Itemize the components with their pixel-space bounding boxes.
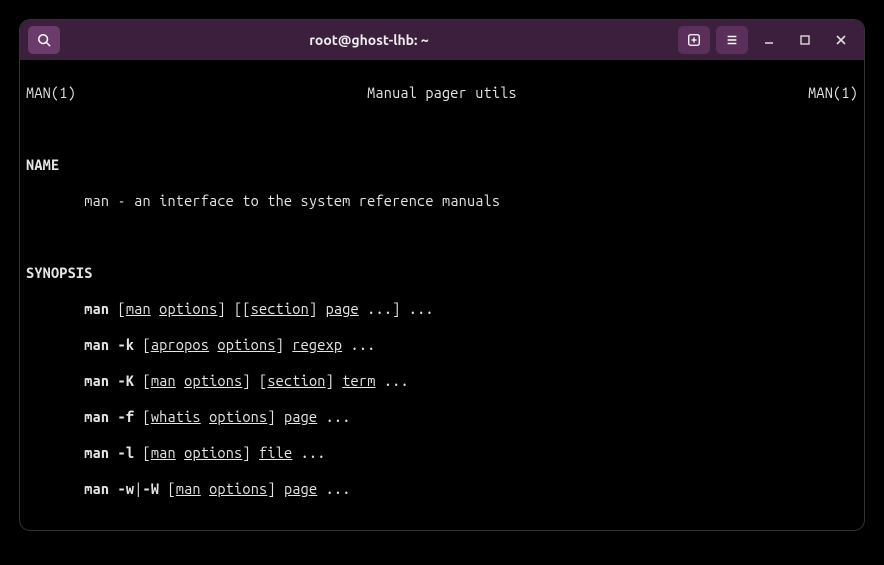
synopsis-line-2: man -k [apropos options] regexp ... [26, 336, 858, 354]
close-icon [835, 34, 847, 46]
close-button[interactable] [826, 26, 856, 54]
name-heading: NAME [26, 156, 858, 174]
synopsis-line-3: man -K [man options] [section] term ... [26, 372, 858, 390]
new-tab-button[interactable] [678, 26, 710, 54]
terminal-window: root@ghost-lhb: ~ MAN(1)Manual pager uti… [20, 20, 864, 530]
synopsis-heading: SYNOPSIS [26, 264, 858, 282]
man-header: MAN(1)Manual pager utilsMAN(1) [26, 84, 858, 102]
header-center: Manual pager utils [76, 84, 808, 102]
menu-button[interactable] [716, 26, 748, 54]
titlebar: root@ghost-lhb: ~ [20, 20, 864, 60]
blank-line [26, 228, 858, 246]
header-left: MAN(1) [26, 84, 76, 102]
terminal-content[interactable]: MAN(1)Manual pager utilsMAN(1) NAME man … [20, 60, 864, 530]
maximize-button[interactable] [790, 26, 820, 54]
blank-line [26, 120, 858, 138]
minimize-icon [763, 34, 775, 46]
header-right: MAN(1) [808, 84, 858, 102]
search-button[interactable] [28, 26, 60, 54]
synopsis-line-1: man [man options] [[section] page ...] .… [26, 300, 858, 318]
blank-line [26, 516, 858, 530]
maximize-icon [799, 34, 811, 46]
synopsis-line-5: man -l [man options] file ... [26, 444, 858, 462]
hamburger-icon [725, 33, 739, 47]
window-title: root@ghost-lhb: ~ [66, 32, 672, 48]
search-icon [37, 33, 51, 47]
minimize-button[interactable] [754, 26, 784, 54]
name-body: man - an interface to the system referen… [26, 192, 858, 210]
synopsis-line-6: man -w|-W [man options] page ... [26, 480, 858, 498]
synopsis-line-4: man -f [whatis options] page ... [26, 408, 858, 426]
new-tab-icon [687, 33, 701, 47]
